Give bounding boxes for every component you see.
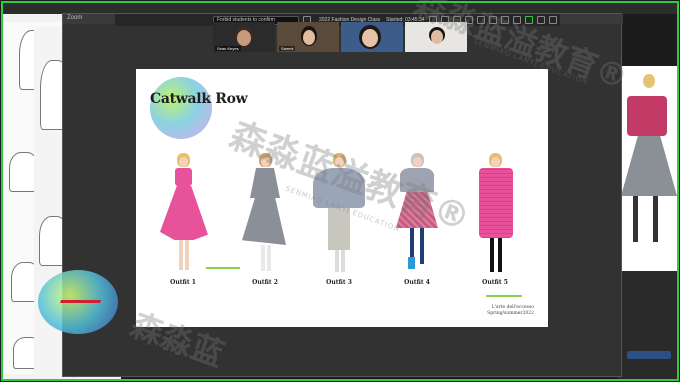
figure-top — [175, 168, 192, 186]
figure-leg — [420, 228, 424, 264]
participant-name: Sammi — [279, 46, 296, 51]
outfit-figure-1 — [154, 153, 212, 275]
video-tile[interactable]: Sean Keyes — [213, 22, 275, 52]
figure-leg — [653, 196, 658, 242]
outfit-label: Outfit 3 — [326, 279, 352, 286]
figure-top — [250, 168, 280, 198]
figure-leg — [261, 245, 265, 271]
slide-title: Catwalk Row — [150, 91, 248, 107]
figure-hair — [643, 74, 655, 88]
outfit-figure-3 — [310, 153, 368, 275]
text-icon[interactable] — [476, 16, 485, 24]
outfit-label: Outfit 1 — [170, 279, 196, 286]
outfit-label: Outfit 5 — [482, 279, 508, 286]
undo-icon[interactable] — [500, 16, 509, 24]
video-tile[interactable]: Sammi — [277, 22, 339, 52]
desktop-right-dark — [617, 271, 679, 381]
save-icon[interactable] — [512, 16, 521, 24]
participant-name: Sean Keyes — [215, 46, 241, 51]
figure-face — [413, 157, 422, 167]
participant-face — [362, 29, 378, 47]
figure-skirt — [621, 136, 677, 196]
figure-top — [313, 168, 365, 208]
outfit-figure-4 — [388, 153, 446, 275]
figure-skirt — [328, 208, 350, 250]
window-title: Zoom — [67, 15, 83, 21]
video-tile[interactable] — [341, 22, 403, 52]
figure-skirt — [242, 197, 286, 245]
figure-leg — [633, 196, 638, 242]
figure-leg — [185, 240, 189, 270]
watermark-logo-stroke — [58, 300, 102, 306]
figure-boot — [408, 257, 415, 269]
outfit-label: Outfit 4 — [404, 279, 430, 286]
figure-leg — [179, 240, 183, 270]
figure-face — [335, 157, 344, 167]
participant-face — [303, 30, 315, 45]
outfit-figure-2 — [236, 153, 294, 275]
accent-line — [206, 267, 240, 269]
shared-presentation-slide: Catwalk Row Outfit 1 Outfit 2 Outfit 3 O… — [136, 69, 548, 327]
outfit-label: Outfit 2 — [252, 279, 278, 286]
figure-leg — [498, 238, 502, 272]
figure-top — [400, 168, 434, 192]
minimize-icon[interactable] — [536, 16, 545, 24]
figure-face — [261, 157, 270, 167]
figure-top — [627, 96, 667, 136]
figure-face — [491, 157, 500, 167]
figure-leg — [267, 245, 271, 271]
participant-face — [431, 30, 443, 44]
eraser-icon[interactable] — [488, 16, 497, 24]
collection-credit: L'arte dell'eccesso Spring/summer2022 — [487, 305, 534, 317]
figure-face — [179, 157, 188, 167]
figure-leg — [490, 238, 494, 272]
desktop-right-image — [617, 66, 679, 271]
video-tile[interactable] — [405, 22, 467, 52]
slide-logo-circle — [150, 77, 212, 139]
outfit-figure-5 — [466, 153, 524, 275]
close-icon[interactable] — [548, 16, 557, 24]
credit-line-2: Spring/summer2022 — [487, 311, 534, 316]
green-status-icon[interactable] — [524, 16, 533, 24]
participant-face — [237, 30, 251, 46]
participant-video-strip: Sean Keyes Sammi — [213, 22, 469, 52]
figure-skirt — [396, 192, 438, 228]
accent-line — [486, 295, 522, 297]
figure-top — [479, 168, 513, 238]
figure-leg — [335, 250, 339, 272]
figure-skirt — [160, 186, 208, 240]
taskbar-button[interactable] — [627, 351, 671, 359]
figure-leg — [341, 250, 345, 272]
